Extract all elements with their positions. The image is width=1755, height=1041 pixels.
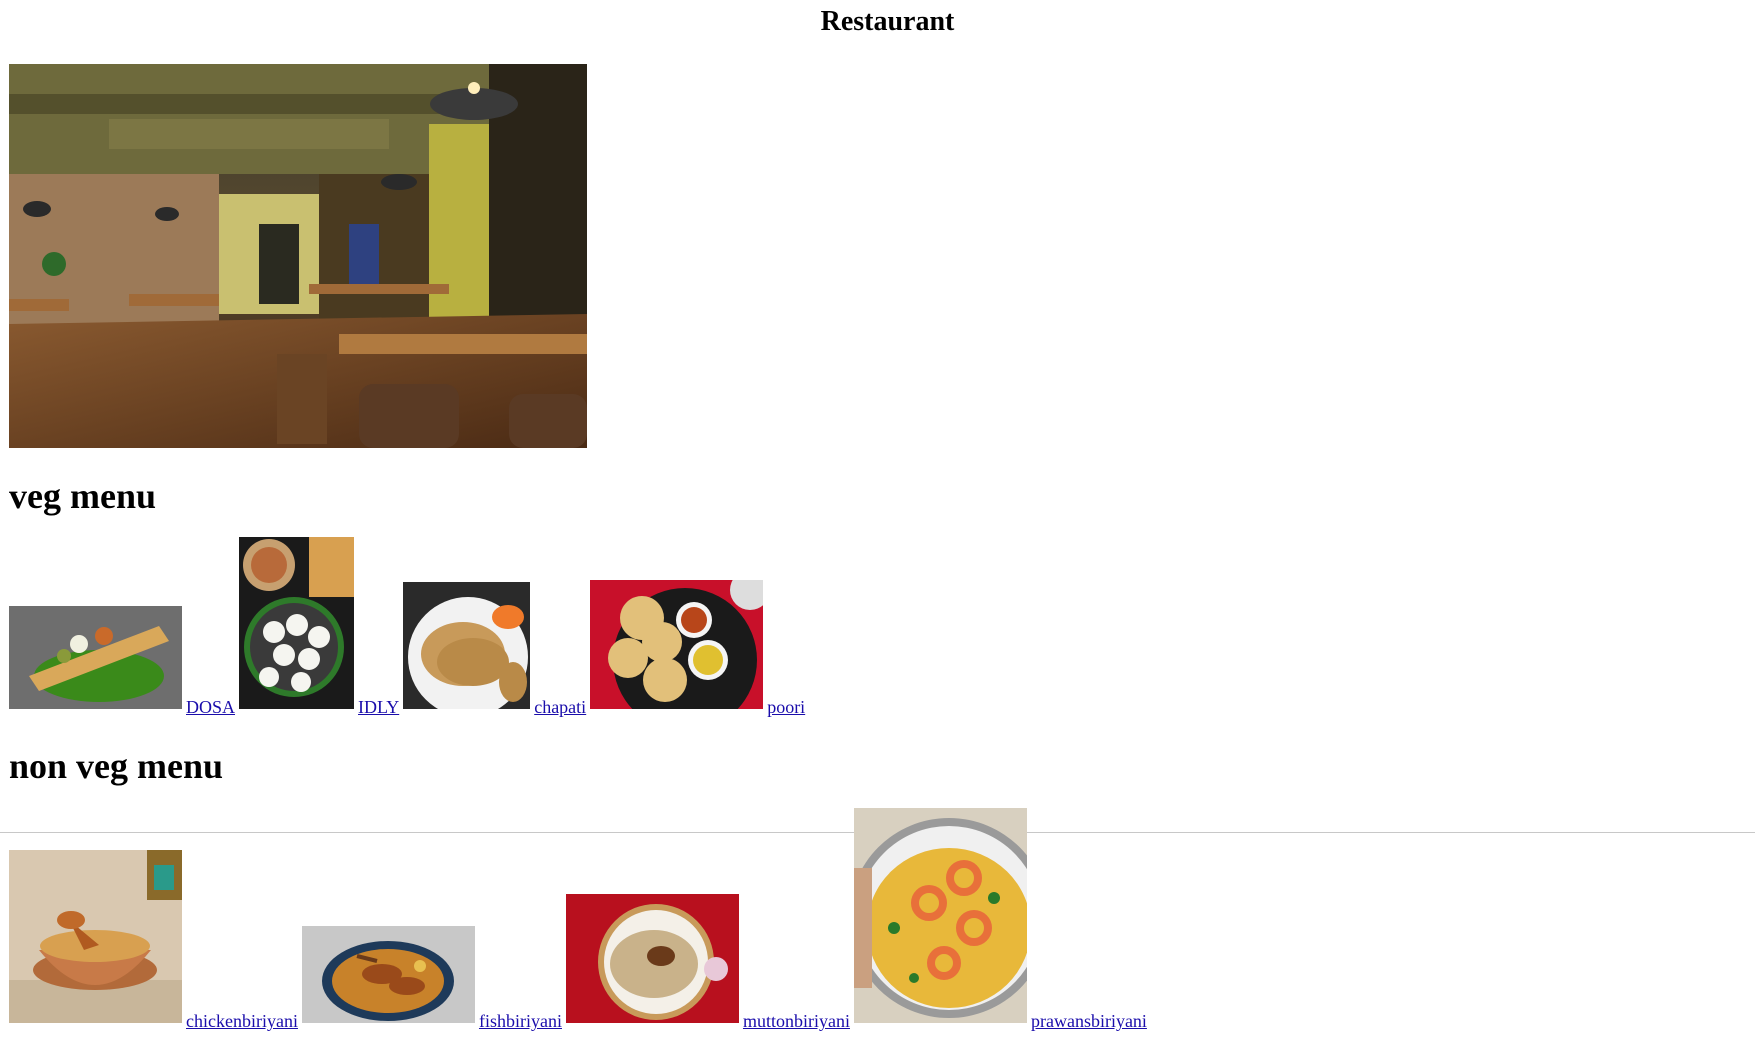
- page-title: Restaurant: [820, 6, 955, 37]
- muttonbiriyani-image: [565, 894, 739, 1028]
- dosa-link[interactable]: DOSA: [186, 698, 235, 716]
- chapati-image: [403, 582, 531, 714]
- restaurant-page: Restaurant veg menu DOSA IDLY chapati po…: [0, 0, 1755, 1041]
- menu-item-poori: poori: [590, 580, 805, 716]
- prawansbiriyani-link[interactable]: prawansbiriyani: [1031, 1012, 1147, 1030]
- poori-link[interactable]: poori: [767, 698, 805, 716]
- menu-item-fishbiriyani: fishbiriyani: [301, 926, 562, 1030]
- prawansbiriyani-image: [853, 808, 1027, 1028]
- menu-item-chickenbiriyani: chickenbiriyani: [9, 850, 298, 1030]
- dosa-image: [9, 606, 182, 714]
- menu-item-idly: IDLY: [239, 537, 399, 716]
- fishbiriyani-link[interactable]: fishbiriyani: [479, 1012, 562, 1030]
- veg-menu-heading: veg menu: [9, 476, 156, 516]
- nonveg-menu-heading: non veg menu: [9, 746, 224, 786]
- idly-link[interactable]: IDLY: [358, 698, 399, 716]
- poori-image: [590, 580, 764, 714]
- menu-item-muttonbiriyani: muttonbiriyani: [565, 894, 850, 1030]
- menu-item-chapati: chapati: [403, 582, 586, 716]
- fishbiriyani-image: [301, 926, 475, 1028]
- muttonbiriyani-link[interactable]: muttonbiriyani: [743, 1012, 850, 1030]
- chickenbiriyani-image: [9, 850, 182, 1028]
- menu-item-prawansbiriyani: prawansbiriyani: [853, 808, 1147, 1030]
- chapati-link[interactable]: chapati: [534, 698, 586, 716]
- nonveg-menu-row: chickenbiriyani fishbiriyani muttonbiriy…: [9, 808, 1151, 1030]
- idly-image: [239, 537, 355, 714]
- chickenbiriyani-link[interactable]: chickenbiriyani: [186, 1012, 298, 1030]
- restaurant-interior-image: [9, 64, 587, 448]
- menu-item-dosa: DOSA: [9, 606, 235, 716]
- veg-menu-row: DOSA IDLY chapati poori: [9, 537, 809, 716]
